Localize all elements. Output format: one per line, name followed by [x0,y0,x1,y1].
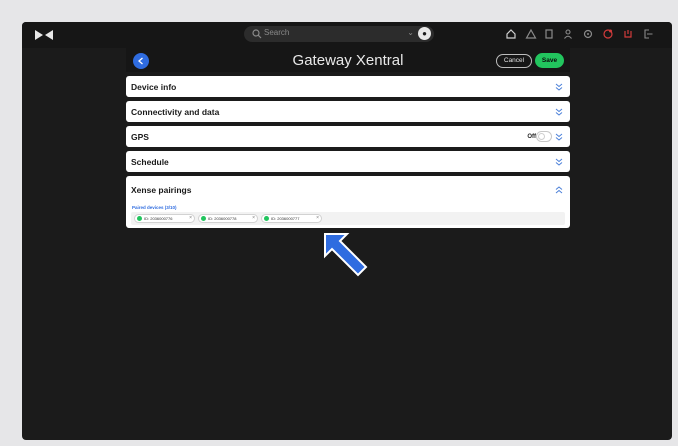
gps-toggle[interactable] [536,131,552,142]
chevron-double-down-icon[interactable] [555,158,563,166]
power-icon[interactable] [622,28,634,40]
chevron-double-down-icon[interactable] [555,133,563,141]
section-title: Device info [131,82,177,92]
paired-devices-input[interactable]: ID: 2036000776 × ID: 2036000778 × ID: 20… [131,212,565,225]
paired-device-chip: ID: 2036000776 × [134,214,195,223]
remove-chip-icon[interactable]: × [252,215,255,221]
paired-device-id: ID: 2036000777 [271,216,300,221]
paired-device-id: ID: 2036000776 [144,216,173,221]
home-icon[interactable] [505,28,517,40]
app-frame: Search ⌄ ● Gateway Xentral Cancel Save D… [22,22,672,440]
toggle-knob [538,133,545,140]
card-header: Gateway Xentral Cancel Save [126,48,570,72]
notifications-icon[interactable] [602,28,614,40]
status-dot-icon [264,216,269,221]
paired-devices-label: Paired devices (3/10) [132,205,177,210]
section-gps[interactable]: GPS Off [126,126,570,147]
building-icon[interactable] [543,28,555,40]
search-bar[interactable]: Search ⌄ ● [244,26,434,42]
section-xense-pairings: Xense pairings Paired devices (3/10) ID:… [126,176,570,228]
chevron-double-down-icon[interactable] [555,108,563,116]
section-title: GPS [131,132,149,142]
location-pin-icon[interactable]: ● [418,27,431,40]
section-schedule[interactable]: Schedule [126,151,570,172]
remove-chip-icon[interactable]: × [189,215,192,221]
section-title: Xense pairings [131,185,192,195]
user-icon[interactable] [562,28,574,40]
paired-device-id: ID: 2036000778 [208,216,237,221]
chevron-double-up-icon[interactable] [555,186,563,194]
remove-chip-icon[interactable]: × [316,215,319,221]
status-dot-icon [137,216,142,221]
gateway-card: Gateway Xentral Cancel Save Device info … [126,48,570,228]
save-button[interactable]: Save [535,53,564,68]
paired-device-chip: ID: 2036000777 × [261,214,322,223]
section-device-info[interactable]: Device info [126,76,570,97]
pointer-arrow-icon [324,233,368,277]
search-placeholder: Search [264,28,290,37]
search-icon [252,29,262,39]
paired-device-chip: ID: 2036000778 × [198,214,258,223]
section-title: Connectivity and data [131,107,220,117]
settings-icon[interactable] [582,28,594,40]
gps-toggle-label: Off [527,134,536,140]
top-bar: Search ⌄ ● [22,22,672,48]
chevron-down-icon[interactable]: ⌄ [407,28,414,37]
status-dot-icon [201,216,206,221]
bowtie-logo-icon[interactable] [35,30,53,40]
cancel-button[interactable]: Cancel [496,54,532,68]
alert-icon[interactable] [525,28,537,40]
logout-icon[interactable] [642,28,654,40]
section-connectivity[interactable]: Connectivity and data [126,101,570,122]
chevron-double-down-icon[interactable] [555,83,563,91]
section-title: Schedule [131,157,169,167]
